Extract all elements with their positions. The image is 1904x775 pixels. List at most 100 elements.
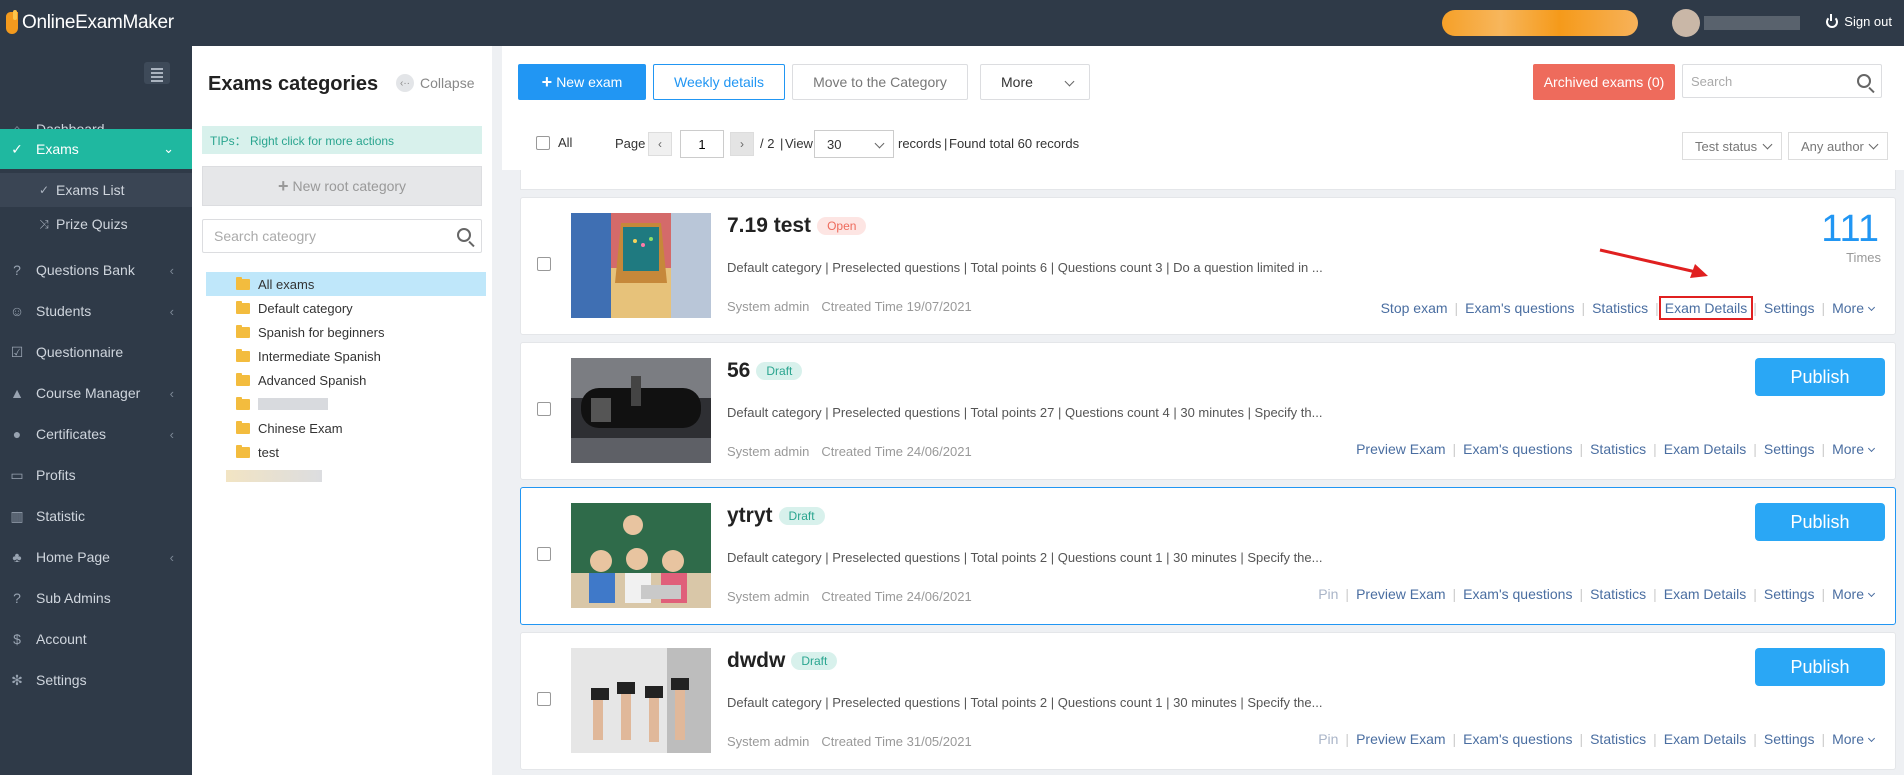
exam-title[interactable]: 7.19 test Open — [727, 214, 867, 238]
exam-title[interactable]: ytryt Draft — [727, 504, 825, 528]
exam-questions-link[interactable]: Exam's questions — [1458, 300, 1581, 316]
exam-description: Default category | Preselected questions… — [727, 260, 1323, 275]
exam-thumbnail[interactable] — [571, 503, 711, 608]
pin-link[interactable]: Pin — [1311, 731, 1345, 747]
search-icon[interactable] — [457, 228, 471, 242]
sidebar-item-settings[interactable]: ✻ Settings — [0, 660, 192, 700]
more-menu[interactable]: More — [1825, 441, 1881, 457]
category-search-input[interactable] — [203, 220, 433, 252]
settings-link[interactable]: Settings — [1757, 731, 1822, 747]
sidebar-item-course-manager[interactable]: ▲ Course Manager ‹ — [0, 373, 192, 413]
exam-questions-link[interactable]: Exam's questions — [1456, 586, 1579, 602]
sidebar-subitem-exams-list[interactable]: ✓ Exams List — [0, 173, 192, 207]
preview-exam-link[interactable]: Preview Exam — [1349, 586, 1452, 602]
statistics-link[interactable]: Statistics — [1585, 300, 1655, 316]
search-icon[interactable] — [1857, 74, 1871, 88]
exam-thumbnail[interactable] — [571, 648, 711, 753]
chevron-left-icon: ‹ — [169, 303, 174, 319]
sidebar-item-profits[interactable]: ▭ Profits — [0, 455, 192, 495]
page-number-input[interactable] — [680, 130, 724, 158]
logo[interactable]: OnlineExamMaker — [0, 10, 174, 36]
sign-out-button[interactable]: Sign out — [1826, 13, 1892, 29]
exam-card[interactable]: dwdw Draft Default category | Preselecte… — [520, 632, 1896, 770]
statistics-link[interactable]: Statistics — [1583, 586, 1653, 602]
settings-link[interactable]: Settings — [1757, 441, 1822, 457]
move-to-category-button[interactable]: Move to the Category — [792, 64, 968, 100]
archived-exams-button[interactable]: Archived exams (0) — [1533, 64, 1675, 100]
exam-title[interactable]: 56 Draft — [727, 359, 803, 383]
sidebar-item-students[interactable]: ☺ Students ‹ — [0, 291, 192, 331]
sidebar-item-label: Home Page — [36, 549, 110, 565]
folder-icon — [236, 420, 250, 434]
tree-item-all-exams[interactable]: All exams — [206, 272, 486, 296]
sidebar-item-questions-bank[interactable]: ? Questions Bank ‹ — [0, 250, 192, 290]
avatar[interactable] — [1672, 9, 1700, 37]
publish-button[interactable]: Publish — [1755, 503, 1885, 541]
author-filter[interactable]: Any author — [1788, 132, 1888, 160]
pin-link[interactable]: Pin — [1311, 586, 1345, 602]
tree-item-blurred-2[interactable] — [206, 464, 486, 488]
exam-author: System admin — [727, 444, 810, 459]
new-root-category-button[interactable]: + New root category — [202, 166, 482, 206]
sidebar-item-questionnaire[interactable]: ☑ Questionnaire — [0, 332, 192, 372]
stop-exam-link[interactable]: Stop exam — [1374, 300, 1455, 316]
test-status-filter[interactable]: Test status — [1682, 132, 1782, 160]
more-menu[interactable]: More — [1825, 586, 1881, 602]
tree-item-chinese-exam[interactable]: Chinese Exam — [206, 416, 486, 440]
next-page-button[interactable]: › — [730, 132, 754, 156]
exam-thumbnail[interactable] — [571, 213, 711, 318]
sidebar-subitem-prize-quizs[interactable]: ⤨ Prize Quizs — [0, 207, 192, 241]
exam-card[interactable]: 56 Draft Default category | Preselected … — [520, 342, 1896, 480]
new-exam-button[interactable]: + New exam — [518, 64, 646, 100]
exam-checkbox[interactable] — [537, 692, 551, 706]
sidebar-item-exams[interactable]: ✓ Exams ⌄ — [0, 129, 202, 169]
tree-item-default-category[interactable]: Default category — [206, 296, 486, 320]
statistics-link[interactable]: Statistics — [1583, 731, 1653, 747]
exam-card[interactable]: 7.19 test Open Default category | Presel… — [520, 197, 1896, 335]
more-menu[interactable]: More — [1825, 300, 1881, 316]
exam-details-link[interactable]: Exam Details — [1657, 441, 1753, 457]
exam-details-link[interactable]: Exam Details — [1657, 731, 1753, 747]
blurred-username[interactable] — [1704, 16, 1800, 30]
tree-item-spanish-for-beginners[interactable]: Spanish for beginners — [206, 320, 486, 344]
settings-link[interactable]: Settings — [1757, 586, 1822, 602]
exam-title-text: 56 — [727, 359, 751, 382]
gear-icon: ✻ — [11, 671, 23, 688]
tree-item-advanced-spanish[interactable]: Advanced Spanish — [206, 368, 486, 392]
more-dropdown[interactable]: More — [980, 64, 1090, 100]
exam-details-link[interactable]: Exam Details — [1657, 586, 1753, 602]
publish-button[interactable]: Publish — [1755, 648, 1885, 686]
tree-item-test[interactable]: test — [206, 440, 486, 464]
preview-exam-link[interactable]: Preview Exam — [1349, 441, 1452, 457]
prev-page-button[interactable]: ‹ — [648, 132, 672, 156]
exam-card[interactable]: ytryt Draft Default category | Preselect… — [520, 487, 1896, 625]
exam-questions-link[interactable]: Exam's questions — [1456, 731, 1579, 747]
exam-search-input[interactable] — [1683, 65, 1843, 97]
exam-details-link[interactable]: Exam Details — [1658, 296, 1754, 320]
select-all-checkbox[interactable] — [536, 136, 550, 150]
sidebar-item-certificates[interactable]: ● Certificates ‹ — [0, 414, 192, 454]
publish-button[interactable]: Publish — [1755, 358, 1885, 396]
exam-thumbnail[interactable] — [571, 358, 711, 463]
sidebar-item-home-page[interactable]: ♣ Home Page ‹ — [0, 537, 192, 577]
sidebar-item-sub-admins[interactable]: ? Sub Admins — [0, 578, 192, 618]
preview-exam-link[interactable]: Preview Exam — [1349, 731, 1452, 747]
more-menu[interactable]: More — [1825, 731, 1881, 747]
statistics-link[interactable]: Statistics — [1583, 441, 1653, 457]
tree-item-blurred[interactable] — [206, 392, 486, 416]
weekly-details-button[interactable]: Weekly details — [653, 64, 785, 100]
chevron-down-icon — [874, 138, 885, 149]
exam-questions-link[interactable]: Exam's questions — [1456, 441, 1579, 457]
sidebar-item-statistic[interactable]: ▥ Statistic — [0, 496, 192, 536]
menu-toggle-icon[interactable] — [144, 62, 170, 84]
per-page-select[interactable]: 30 — [814, 130, 894, 158]
settings-link[interactable]: Settings — [1757, 300, 1822, 316]
sidebar-item-account[interactable]: $ Account — [0, 619, 192, 659]
exam-checkbox[interactable] — [537, 547, 551, 561]
collapse-button[interactable]: ‹·· Collapse — [396, 74, 474, 92]
blurred-account-badge[interactable] — [1442, 10, 1638, 36]
tree-item-intermediate-spanish[interactable]: Intermediate Spanish — [206, 344, 486, 368]
exam-title[interactable]: dwdw Draft — [727, 649, 838, 673]
exam-checkbox[interactable] — [537, 257, 551, 271]
exam-checkbox[interactable] — [537, 402, 551, 416]
